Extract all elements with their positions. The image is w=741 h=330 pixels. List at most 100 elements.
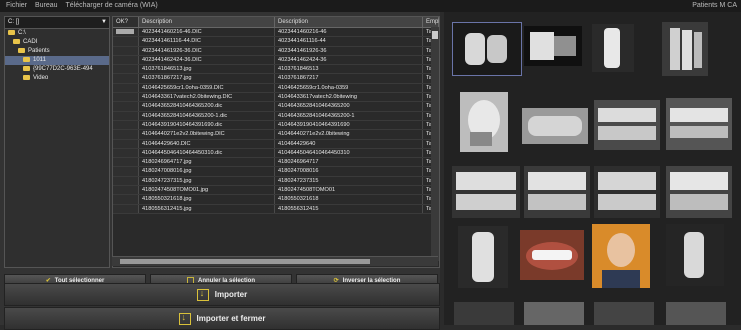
tree-item-patients[interactable]: Patients [5,47,109,56]
table-row[interactable]: 41802474508TOMO01.jpg41802474508TOMO01Ta… [113,186,439,196]
ok-cell[interactable] [113,111,139,120]
table-row[interactable]: 41046436528410464365200.dic 4104643652841… [113,102,439,112]
col-description[interactable]: Description [139,17,275,27]
table-row[interactable]: 41046433617vatech2.0bitewing.DIC 41046433… [113,93,439,103]
table-cell: 4023441461926-36 [275,46,423,55]
thumbnail[interactable] [524,302,584,325]
table-row[interactable]: 41046439190410464391690.dic 4104643919041… [113,120,439,131]
table-cell: 4180556312415 [275,204,423,213]
thumbnail[interactable] [452,166,520,218]
folder-icon [23,74,30,80]
thumbnail[interactable] [592,224,650,288]
thumbnail[interactable] [666,166,732,218]
import-panel: C: [] ▼ C:\ CADI Patients 1011 {99C77D2C… [0,12,440,330]
table-row[interactable]: 4180247008016.jpg4180247008016Tanvs [113,167,439,177]
thumbnail[interactable] [524,166,590,218]
ok-cell[interactable] [113,28,139,37]
table-row[interactable]: 41046425659cr1.0oha-0359.DIC 41046425659c… [113,83,439,94]
table-cell: 41046425659cr1.0oha-0359 [275,83,423,93]
table-row[interactable]: 4023441461116-44.DIC4023441461116-44Tanv… [113,37,439,47]
thumbnail[interactable] [594,100,660,150]
table-cell: 4180247008016.jpg [139,167,275,176]
table-row[interactable]: 41046445046410464450310.dic 4104644504641… [113,148,439,159]
tree-item-c[interactable]: C:\ [5,29,109,38]
import-button[interactable]: Importer [4,283,440,306]
import-close-button[interactable]: Importer et fermer [4,307,440,330]
menu-bureau[interactable]: Bureau [35,2,58,9]
ok-cell[interactable] [113,139,139,148]
tree-item-label: Patients [28,48,50,54]
ok-cell[interactable] [113,65,139,74]
col-empl[interactable]: Empl [423,17,439,27]
table-row[interactable]: 4180246964717.jpg4180246964717Tanvs [113,158,439,168]
ok-cell[interactable] [113,195,139,204]
scroll-thumb[interactable] [120,259,370,264]
col-description-2[interactable]: Description [275,17,423,27]
table-row[interactable]: 4180247237315.jpg4180247237315Tanvs [113,176,439,187]
tree-item-label: {99C77D2C-963E-494 [33,66,93,72]
thumbnail[interactable] [666,302,726,325]
ok-cell[interactable] [113,83,139,93]
table-row[interactable]: 4023441460216-46.DIC4023441460216-46Tanv… [113,28,439,38]
ok-cell[interactable] [113,120,139,130]
table-cell: 41046436528410464365200-1.dic [139,111,275,120]
ok-cell[interactable] [113,176,139,186]
ok-cell[interactable] [113,167,139,176]
table-row[interactable]: 4180550321618.jpg4180550321618Tanvs [113,195,439,205]
vertical-scrollbar[interactable] [431,27,439,261]
thumbnail[interactable] [594,302,654,325]
tree-item-guid[interactable]: {99C77D2C-963E-494 [5,65,109,74]
tree-item-video[interactable]: Video [5,74,109,83]
scroll-thumb[interactable] [432,31,438,39]
xray-image [524,166,590,218]
col-ok[interactable]: OK? [113,17,139,27]
ok-cell[interactable] [113,204,139,213]
thumbnail[interactable] [520,230,584,280]
tree-item-1011[interactable]: 1011 [5,56,109,65]
table-row[interactable]: 4023441461926-36.DIC4023441461926-36Tanv… [113,46,439,56]
ok-cell[interactable] [113,55,139,65]
xray-image [453,23,521,75]
table-row[interactable]: 41046436528410464365200-1.dic 41046436528… [113,111,439,121]
table-cell: 41046436528410464365200-1 [275,111,423,120]
ok-cell[interactable] [113,158,139,167]
thumbnail[interactable] [592,24,634,72]
table-cell: 41046445046410464450310 [275,148,423,158]
ok-cell[interactable] [113,46,139,55]
xray-image [454,302,514,325]
table-row[interactable]: 410464429640.DIC410464429640Tanvs [113,139,439,149]
thumbnail[interactable] [522,108,588,144]
ok-cell[interactable] [113,130,139,139]
table-row[interactable]: 4180556312415.jpg4180556312415Tanvs [113,204,439,214]
table-row[interactable]: 4103761867217.jpg4103761867217Tanvs [113,74,439,84]
thumbnail[interactable] [458,226,508,288]
ok-cell[interactable] [113,74,139,83]
thumbnail[interactable] [454,302,514,325]
thumbnail[interactable] [460,92,508,152]
thumbnail[interactable] [662,22,708,76]
table-cell: 4023441460216-46.DIC [139,28,275,37]
ok-cell[interactable] [113,37,139,46]
thumbnail[interactable] [594,166,660,218]
drive-select[interactable]: C: [] ▼ [5,17,109,29]
table-row[interactable]: 4023441462424-36.DIC4023441462424-36Tanv… [113,55,439,66]
ok-cell[interactable] [113,102,139,111]
xray-image [666,302,726,325]
thumbnail[interactable] [524,26,582,66]
thumbnail[interactable] [666,98,732,150]
ok-cell[interactable] [113,148,139,158]
thumbnail[interactable] [452,22,522,76]
menu-camera[interactable]: Télécharger de caméra (WIA) [66,2,158,9]
tree-item-label: CADI [23,39,38,45]
thumbnail[interactable] [666,224,724,286]
table-row[interactable]: 4103761846513.jpg4103761846513Tanvs [113,65,439,75]
tree-item-cadi[interactable]: CADI [5,38,109,47]
ok-cell[interactable] [113,186,139,195]
checkbox[interactable] [116,29,134,34]
menu-fichier[interactable]: Fichier [6,2,27,9]
ok-cell[interactable] [113,93,139,102]
horizontal-scrollbar[interactable] [112,256,438,266]
xray-image [594,302,654,325]
table-row[interactable]: 41046440271e2v2.0bitewing.DIC 41046440271… [113,130,439,140]
chevron-down-icon[interactable]: ▼ [101,17,107,28]
